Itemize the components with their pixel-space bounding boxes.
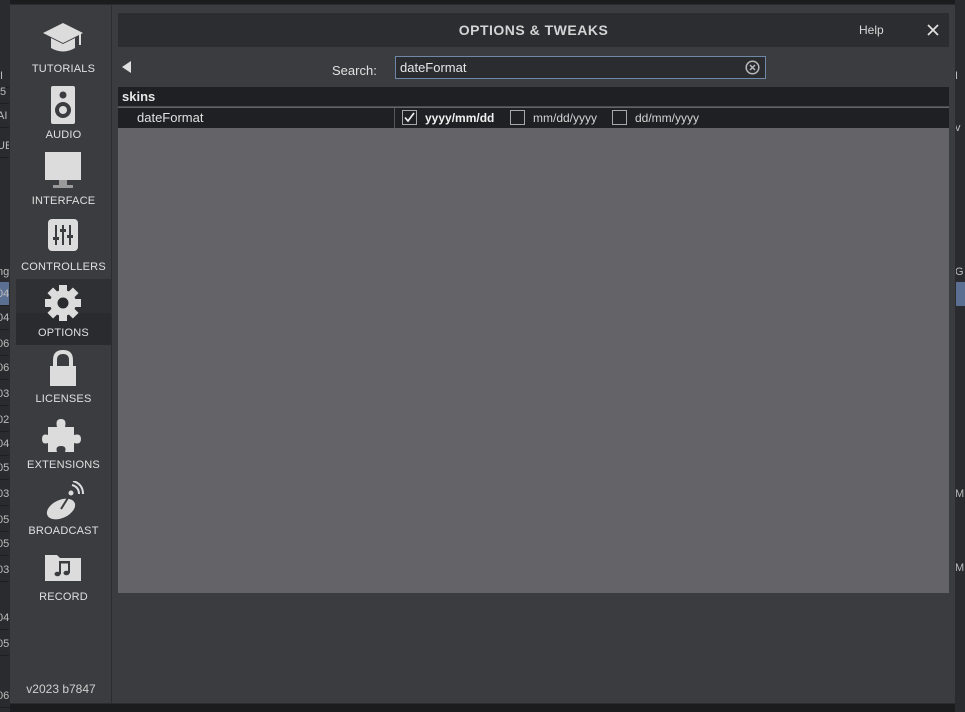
option-row: dateFormat yyyy/mm/dd mm/dd/yyyy dd/mm/y…	[118, 108, 949, 128]
sidebar-item-options[interactable]: OPTIONS	[16, 279, 111, 345]
close-icon[interactable]	[924, 21, 942, 39]
puzzle-icon	[42, 419, 81, 452]
title-bar: OPTIONS & TWEAKS Help	[118, 13, 949, 47]
background-app-right: I v G M M	[955, 0, 965, 712]
choice-yyyy-mm-dd[interactable]: yyyy/mm/dd	[402, 110, 502, 126]
version-label: v2023 b7847	[26, 682, 96, 696]
search-label: Search:	[332, 63, 377, 78]
sidebar: TUTORIALS AUDIO INTERFACE CONTROLLERS OP…	[10, 5, 112, 703]
search-box	[395, 56, 766, 79]
options-dialog: TUTORIALS AUDIO INTERFACE CONTROLLERS OP…	[9, 4, 956, 704]
bg-fragment: M	[955, 562, 965, 574]
checkmark-icon	[404, 112, 415, 123]
speaker-icon	[51, 86, 75, 124]
column-divider	[394, 108, 395, 128]
section-header: skins	[118, 87, 949, 107]
monitor-icon	[45, 152, 81, 188]
option-name: dateFormat	[137, 110, 204, 125]
choice-label: dd/mm/yyyy	[635, 111, 700, 125]
back-arrow-icon[interactable]	[121, 60, 133, 74]
sidebar-item-label: INTERFACE	[31, 195, 96, 207]
choice-mm-dd-yyyy[interactable]: mm/dd/yyyy	[510, 110, 606, 126]
checkbox[interactable]	[510, 110, 525, 125]
sidebar-item-licenses[interactable]: LICENSES	[16, 345, 111, 411]
sidebar-item-label: LICENSES	[35, 393, 92, 405]
sliders-icon	[48, 219, 78, 251]
sidebar-item-broadcast[interactable]: BROADCAST	[16, 477, 111, 543]
sidebar-item-label: AUDIO	[45, 129, 82, 141]
sidebar-item-controllers[interactable]: CONTROLLERS	[16, 213, 111, 279]
sidebar-item-label: CONTROLLERS	[21, 261, 106, 273]
clear-search-icon[interactable]	[745, 60, 760, 75]
sidebar-item-audio[interactable]: AUDIO	[16, 81, 111, 147]
sidebar-item-extensions[interactable]: EXTENSIONS	[16, 411, 111, 477]
choice-dd-mm-yyyy[interactable]: dd/mm/yyyy	[612, 110, 708, 126]
choice-label: mm/dd/yyyy	[533, 111, 598, 125]
dialog-title: OPTIONS & TWEAKS	[458, 22, 609, 38]
sidebar-item-label: EXTENSIONS	[27, 459, 100, 471]
sidebar-item-label: BROADCAST	[28, 525, 99, 537]
sidebar-item-label: OPTIONS	[38, 327, 89, 339]
bg-fragment: I	[955, 70, 959, 82]
lock-icon	[50, 349, 76, 386]
section-title: skins	[122, 89, 156, 104]
music-folder-icon	[45, 555, 81, 581]
sidebar-item-tutorials[interactable]: TUTORIALS	[16, 15, 111, 81]
bg-fragment: M	[955, 488, 965, 500]
sidebar-item-record[interactable]: RECORD	[16, 543, 111, 609]
checkbox[interactable]	[402, 110, 417, 125]
search-input[interactable]	[396, 57, 736, 78]
bg-fragment: G	[955, 266, 964, 278]
sidebar-item-label: TUTORIALS	[31, 63, 96, 75]
choice-label: yyyy/mm/dd	[425, 111, 495, 125]
gear-icon	[45, 285, 81, 321]
bg-fragment: v	[955, 122, 961, 134]
options-panel: skins dateFormat yyyy/mm/dd mm/dd/yyyy d…	[118, 87, 949, 593]
bg-highlight-row	[955, 282, 965, 306]
sidebar-item-label: RECORD	[39, 591, 88, 603]
graduation-cap-icon	[43, 23, 83, 52]
help-button[interactable]: Help	[859, 13, 884, 47]
sidebar-item-interface[interactable]: INTERFACE	[16, 147, 111, 213]
checkbox[interactable]	[612, 110, 627, 125]
satellite-dish-icon	[46, 481, 84, 520]
main-content: OPTIONS & TWEAKS Help Search: skins	[118, 13, 949, 703]
